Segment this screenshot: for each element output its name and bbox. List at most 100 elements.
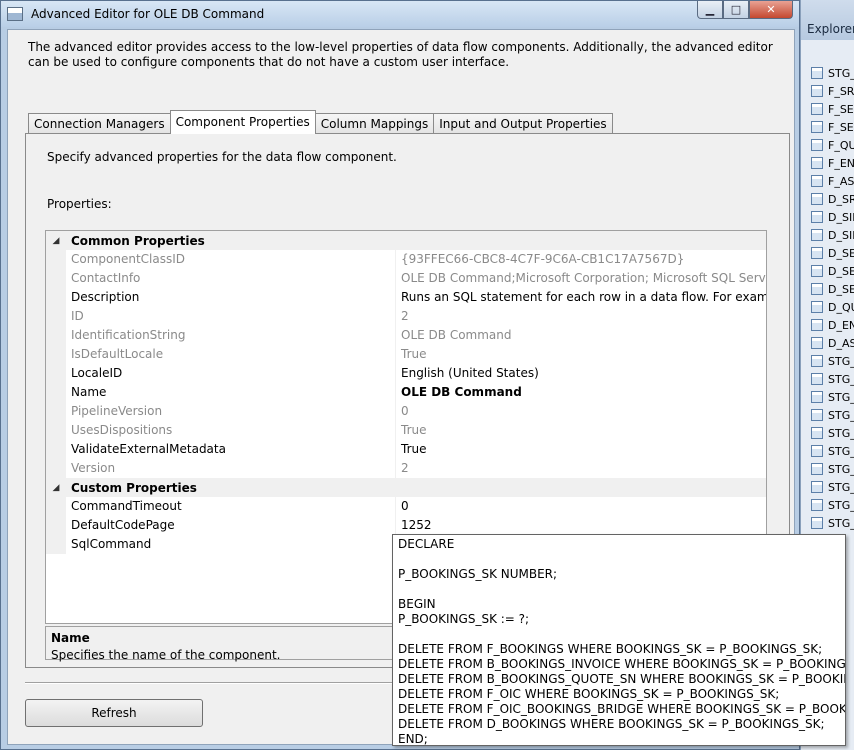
- property-name: ComponentClassID: [66, 250, 396, 269]
- table-icon: [811, 229, 823, 241]
- tab-connection-managers[interactable]: Connection Managers: [28, 113, 171, 134]
- table-icon: [811, 283, 823, 295]
- panel-description: Specify advanced properties for the data…: [47, 150, 397, 164]
- explorer-item[interactable]: F_SEF: [801, 100, 854, 118]
- explorer-item[interactable]: D_SIE: [801, 226, 854, 244]
- explorer-list: STG_ F_SR F_SEF F_SEF F_QU F_EN F_AS D_SR D_SIE D…: [801, 40, 854, 532]
- property-row[interactable]: PipelineVersion 0: [46, 402, 766, 421]
- table-icon: [811, 463, 823, 475]
- property-row[interactable]: ContactInfo OLE DB Command;Microsoft Corp…: [46, 269, 766, 288]
- property-row[interactable]: Description Runs an SQL statement for eac…: [46, 288, 766, 307]
- property-value[interactable]: {93FFEC66-CBC8-4C7F-9C6A-CB1C17A7567D}: [396, 250, 766, 269]
- property-row[interactable]: ID 2: [46, 307, 766, 326]
- explorer-item[interactable]: F_QU: [801, 136, 854, 154]
- explorer-item-label: F_SR: [828, 84, 854, 98]
- table-icon: [811, 319, 823, 331]
- row-gutter: [46, 402, 66, 421]
- property-row[interactable]: ValidateExternalMetadata True: [46, 440, 766, 459]
- explorer-item[interactable]: D_SE: [801, 262, 854, 280]
- property-row[interactable]: Name OLE DB Command: [46, 383, 766, 402]
- property-row[interactable]: IdentificationString OLE DB Command: [46, 326, 766, 345]
- property-category[interactable]: ◢ Custom Properties: [46, 478, 766, 497]
- explorer-item[interactable]: D_SIE: [801, 208, 854, 226]
- explorer-item-label: STG_: [828, 426, 854, 440]
- explorer-item[interactable]: STG_: [801, 370, 854, 388]
- explorer-item[interactable]: D_SR: [801, 190, 854, 208]
- property-value[interactable]: True: [396, 440, 766, 459]
- explorer-item[interactable]: STG_: [801, 478, 854, 496]
- title-bar[interactable]: Advanced Editor for OLE DB Command ▁ □ ✕: [1, 1, 799, 27]
- explorer-item[interactable]: F_EN: [801, 154, 854, 172]
- property-row[interactable]: UsesDispositions True: [46, 421, 766, 440]
- explorer-item[interactable]: STG_: [801, 442, 854, 460]
- explorer-item[interactable]: STG_: [801, 64, 854, 82]
- tab-strip: Connection Managers Component Properties…: [28, 110, 613, 134]
- tab-input-output-properties[interactable]: Input and Output Properties: [433, 113, 613, 134]
- explorer-item-label: STG_: [828, 354, 854, 368]
- explorer-item[interactable]: STG_: [801, 460, 854, 478]
- explorer-item-label: STG_: [828, 390, 854, 404]
- property-row[interactable]: DefaultCodePage 1252: [46, 516, 766, 535]
- property-name: LocaleID: [66, 364, 396, 383]
- table-icon: [811, 391, 823, 403]
- property-value[interactable]: 2: [396, 307, 766, 326]
- close-button[interactable]: ✕: [749, 1, 793, 19]
- explorer-item[interactable]: STG_: [801, 424, 854, 442]
- explorer-item[interactable]: STG_: [801, 388, 854, 406]
- explorer-item[interactable]: D_EN: [801, 316, 854, 334]
- explorer-item[interactable]: F_SR: [801, 82, 854, 100]
- table-icon: [811, 409, 823, 421]
- refresh-button[interactable]: Refresh: [25, 699, 203, 727]
- row-gutter: [46, 421, 66, 440]
- property-name: IdentificationString: [66, 326, 396, 345]
- collapse-icon[interactable]: ◢: [46, 231, 66, 250]
- minimize-button[interactable]: ▁: [697, 1, 723, 19]
- explorer-item-label: D_SE: [828, 264, 854, 278]
- window-controls: ▁ □ ✕: [697, 1, 793, 19]
- explorer-item[interactable]: D_SE: [801, 280, 854, 298]
- explorer-item[interactable]: D_QU: [801, 298, 854, 316]
- table-icon: [811, 445, 823, 457]
- row-gutter: [46, 269, 66, 288]
- explorer-item[interactable]: F_SEF: [801, 118, 854, 136]
- property-value[interactable]: 0: [396, 402, 766, 421]
- explorer-item[interactable]: D_AS: [801, 334, 854, 352]
- tab-column-mappings[interactable]: Column Mappings: [314, 113, 435, 134]
- explorer-item[interactable]: F_AS: [801, 172, 854, 190]
- property-value[interactable]: 2: [396, 459, 766, 478]
- explorer-item[interactable]: STG_: [801, 406, 854, 424]
- property-value[interactable]: 0: [396, 497, 766, 516]
- explorer-item[interactable]: STG_: [801, 514, 854, 532]
- property-value[interactable]: OLE DB Command: [396, 383, 766, 402]
- explorer-title[interactable]: Explorer: [801, 0, 854, 40]
- property-row[interactable]: LocaleID English (United States): [46, 364, 766, 383]
- explorer-item-label: STG_: [828, 408, 854, 422]
- explorer-item[interactable]: D_SE: [801, 244, 854, 262]
- property-value[interactable]: English (United States): [396, 364, 766, 383]
- explorer-item[interactable]: STG_: [801, 496, 854, 514]
- tab-component-properties[interactable]: Component Properties: [169, 110, 316, 134]
- property-value[interactable]: True: [396, 421, 766, 440]
- dialog-app-icon: [7, 7, 23, 21]
- property-value[interactable]: True: [396, 345, 766, 364]
- explorer-item-label: STG_: [828, 516, 854, 530]
- property-row[interactable]: IsDefaultLocale True: [46, 345, 766, 364]
- explorer-item-label: F_EN: [828, 156, 854, 170]
- property-value[interactable]: Runs an SQL statement for each row in a …: [396, 288, 766, 307]
- collapse-icon[interactable]: ◢: [46, 478, 66, 497]
- row-gutter: [46, 326, 66, 345]
- window-title: Advanced Editor for OLE DB Command: [31, 7, 265, 21]
- sql-command-editor-popup[interactable]: DECLARE P_BOOKINGS_SK NUMBER; BEGIN P_BO…: [392, 534, 846, 746]
- property-value[interactable]: OLE DB Command: [396, 326, 766, 345]
- property-row[interactable]: Version 2: [46, 459, 766, 478]
- close-icon: ✕: [766, 3, 776, 16]
- property-value[interactable]: 1252: [396, 516, 766, 535]
- property-row[interactable]: CommandTimeout 0: [46, 497, 766, 516]
- intro-text: The advanced editor provides access to t…: [28, 40, 773, 69]
- property-value[interactable]: OLE DB Command;Microsoft Corporation; Mi…: [396, 269, 766, 288]
- property-row[interactable]: ComponentClassID {93FFEC66-CBC8-4C7F-9C6A…: [46, 250, 766, 269]
- maximize-button[interactable]: □: [723, 1, 749, 19]
- property-category[interactable]: ◢ Common Properties: [46, 231, 766, 250]
- property-name: Version: [66, 459, 396, 478]
- explorer-item[interactable]: STG_: [801, 352, 854, 370]
